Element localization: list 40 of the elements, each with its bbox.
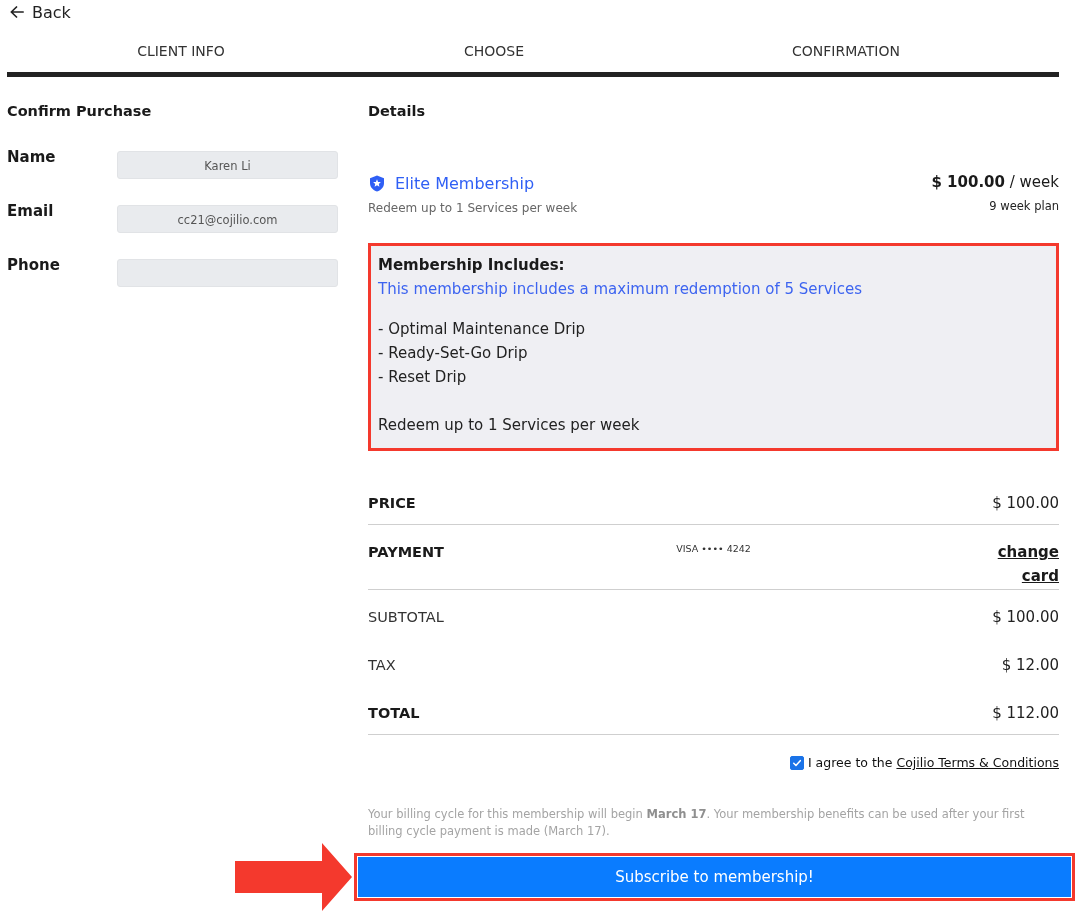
included-service: - Ready-Set-Go Drip <box>378 343 529 364</box>
row-label: SUBTOTAL <box>368 608 444 627</box>
field-label: Email <box>7 201 55 222</box>
includes-summary: This membership includes a maximum redemption of 5 Services <box>378 279 864 300</box>
includes-title: Membership Includes: <box>378 255 566 276</box>
section-title: Details <box>368 102 427 121</box>
row-label: PRICE <box>368 494 416 513</box>
billing-note: Your billing cycle for this membership will begin March 17. Your membership benefits can be used after your first billing cycle payment is made (March 17). <box>368 806 1026 840</box>
row-value: $ 112.00 <box>992 703 1059 724</box>
row-value: $ 100.00 <box>992 493 1059 514</box>
step-label: CHOOSE <box>463 42 525 61</box>
terms-link[interactable]: Cojilio Terms & Conditions <box>896 755 1059 770</box>
input-field[interactable]: cc21@cojilio.com <box>117 205 338 233</box>
subscribe-button[interactable]: Subscribe to membership! <box>358 857 1071 897</box>
included-service: - Reset Drip <box>378 367 468 388</box>
input-field[interactable] <box>117 259 338 287</box>
back-arrow-icon <box>10 6 24 18</box>
included-service: - Optimal Maintenance Drip <box>378 319 587 340</box>
row-label: TOTAL <box>368 704 420 723</box>
back-link[interactable]: Back <box>10 0 71 24</box>
change-card-link[interactable]: change card <box>995 540 1059 588</box>
agree-text: I agree to the Cojilio Terms & Conditions <box>807 754 1059 772</box>
row-value: $ 100.00 <box>992 607 1059 628</box>
section-title: Confirm Purchase <box>7 102 153 121</box>
includes-footer: Redeem up to 1 Services per week <box>378 413 1047 437</box>
card-text: VISA •••• 4242 <box>676 542 751 556</box>
step-label: CLIENT INFO <box>137 42 225 61</box>
field-label: Phone <box>7 255 61 276</box>
field-label: Name <box>7 147 57 168</box>
row-value: $ 12.00 <box>1001 655 1059 676</box>
plan-name-link[interactable]: Elite Membership <box>395 173 535 193</box>
row-label: TAX <box>368 656 396 675</box>
checkbox[interactable] <box>789 756 804 770</box>
plan-subtitle: Redeem up to 1 Services per week <box>368 200 578 217</box>
plan-term: 9 week plan <box>989 198 1059 215</box>
shield-star-icon <box>369 174 385 192</box>
input-field[interactable]: Karen Li <box>117 151 338 179</box>
plan-price: $ 100.00 / week <box>931 172 1059 193</box>
row-label: PAYMENT <box>368 543 445 562</box>
step-label: CONFIRMATION <box>792 42 900 61</box>
